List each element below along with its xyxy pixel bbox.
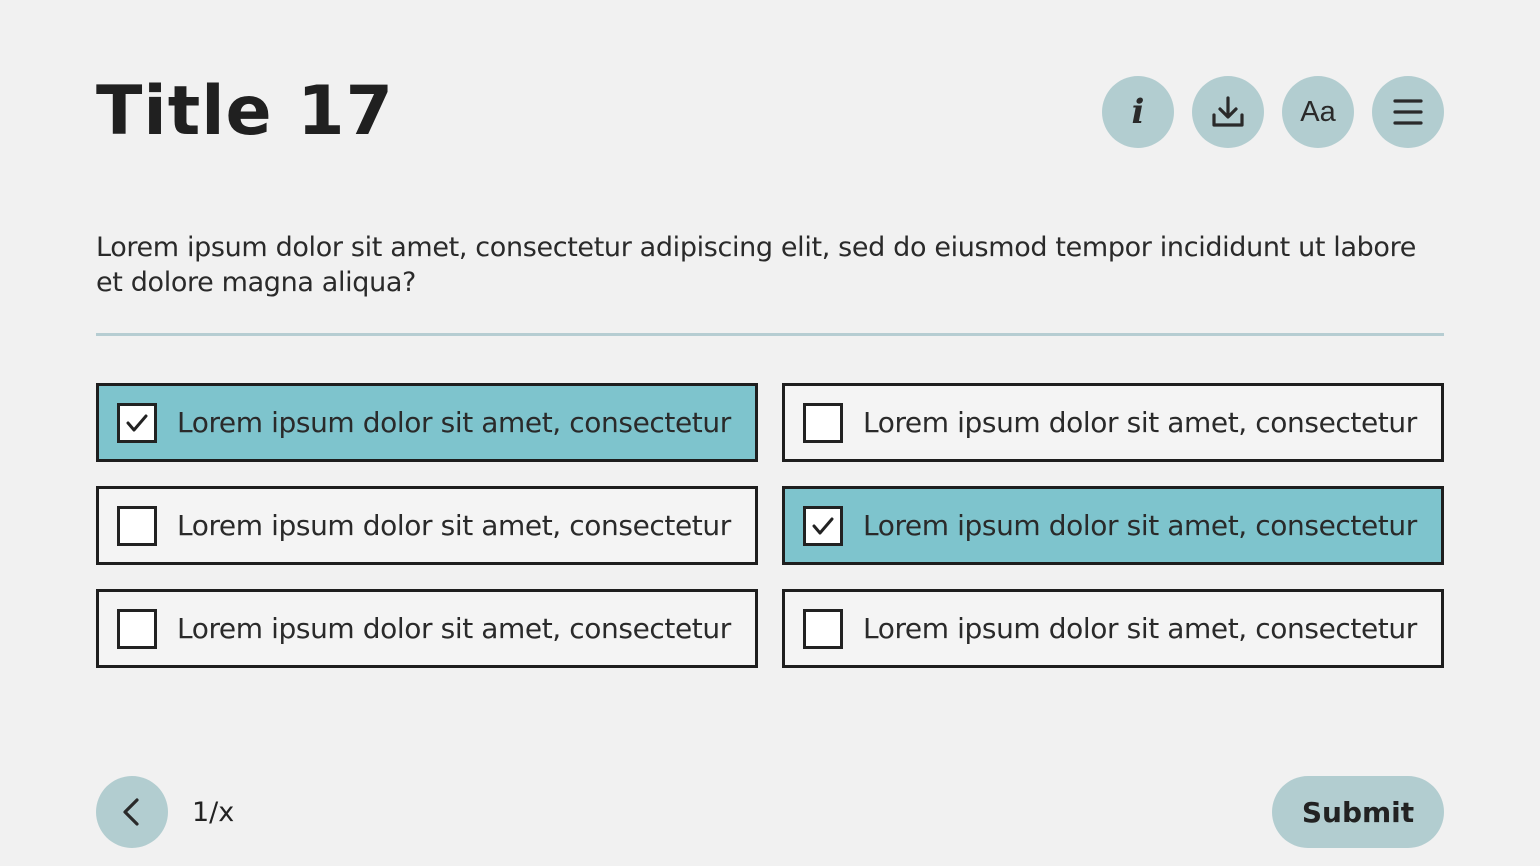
- checkbox-checked[interactable]: [117, 402, 157, 443]
- download-icon: [1212, 96, 1244, 127]
- answer-option[interactable]: Lorem ipsum dolor sit amet, consectetur: [782, 383, 1444, 462]
- answer-options: Lorem ipsum dolor sit amet, consectetur …: [96, 383, 1444, 668]
- info-button[interactable]: i: [1102, 76, 1174, 148]
- page-title: Title 17: [96, 72, 394, 151]
- answer-option[interactable]: Lorem ipsum dolor sit amet, consectetur: [96, 589, 758, 668]
- answer-label: Lorem ipsum dolor sit amet, consectetur: [863, 406, 1417, 439]
- answer-label: Lorem ipsum dolor sit amet, consectetur: [863, 509, 1417, 542]
- answer-option[interactable]: Lorem ipsum dolor sit amet, consectetur: [96, 383, 758, 462]
- checkmark-icon: [126, 414, 148, 431]
- answer-label: Lorem ipsum dolor sit amet, consectetur: [863, 612, 1417, 645]
- toolbar: i Aa: [1102, 76, 1444, 148]
- question-text: Lorem ipsum dolor sit amet, consectetur …: [96, 232, 1417, 298]
- hamburger-menu-icon: [1393, 99, 1423, 125]
- font-size-button[interactable]: Aa: [1282, 76, 1354, 148]
- answer-label: Lorem ipsum dolor sit amet, consectetur: [177, 509, 731, 542]
- divider: [96, 333, 1444, 336]
- answer-option[interactable]: Lorem ipsum dolor sit amet, consectetur: [782, 589, 1444, 668]
- answer-option[interactable]: Lorem ipsum dolor sit amet, consectetur: [782, 486, 1444, 565]
- checkmark-icon: [812, 517, 834, 534]
- quiz-page: Title 17 i Aa Lorem ipsum dolor sit amet…: [0, 0, 1540, 866]
- text-size-icon: Aa: [1300, 95, 1336, 128]
- page-counter: 1/x: [192, 797, 235, 828]
- submit-button[interactable]: Submit: [1272, 776, 1444, 848]
- chevron-left-icon: [123, 798, 139, 826]
- answer-option[interactable]: Lorem ipsum dolor sit amet, consectetur: [96, 486, 758, 565]
- info-icon: i: [1131, 92, 1145, 132]
- checkbox[interactable]: [117, 505, 157, 546]
- checkbox[interactable]: [803, 608, 843, 649]
- menu-button[interactable]: [1372, 76, 1444, 148]
- back-button[interactable]: [96, 776, 168, 848]
- checkbox[interactable]: [803, 402, 843, 443]
- answer-label: Lorem ipsum dolor sit amet, consectetur: [177, 406, 731, 439]
- download-button[interactable]: [1192, 76, 1264, 148]
- checkbox[interactable]: [117, 608, 157, 649]
- answer-label: Lorem ipsum dolor sit amet, consectetur: [177, 612, 731, 645]
- checkbox-checked[interactable]: [803, 505, 843, 546]
